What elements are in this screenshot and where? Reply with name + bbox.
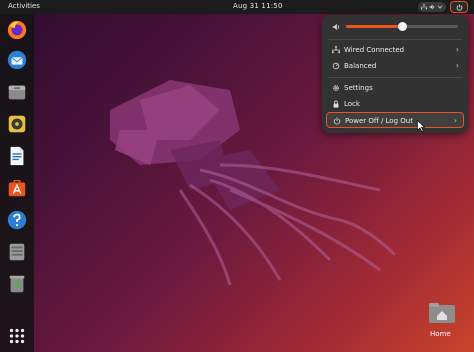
dock-rhythmbox[interactable]	[5, 112, 29, 136]
power-icon	[333, 116, 341, 124]
wired-connection-item[interactable]: Wired Connected ›	[322, 43, 468, 57]
mouse-pointer-icon	[417, 120, 425, 132]
power-off-logout-label: Power Off / Log Out	[345, 116, 413, 125]
help-icon	[7, 210, 27, 230]
dock-help[interactable]	[5, 208, 29, 232]
top-bar: Activities Aug 31 11:50	[0, 0, 474, 14]
volume-slider-fill	[346, 25, 402, 28]
home-folder-label: Home	[430, 330, 451, 338]
clock-button[interactable]: Aug 31 11:50	[233, 2, 283, 10]
power-off-logout-item[interactable]: Power Off / Log Out ›	[326, 112, 464, 128]
settings-item[interactable]: Settings	[322, 81, 468, 95]
wired-connection-label: Wired Connected	[344, 46, 405, 54]
software-icon	[8, 179, 26, 197]
volume-row	[322, 19, 468, 33]
firefox-icon	[7, 20, 27, 40]
chevron-right-icon: ›	[453, 115, 457, 125]
chevron-down-icon	[437, 5, 443, 9]
lock-icon	[333, 100, 339, 108]
disk-icon	[9, 243, 25, 261]
settings-label: Settings	[344, 84, 373, 92]
power-icon	[456, 3, 462, 11]
chevron-right-icon: ›	[455, 61, 459, 70]
divider	[328, 39, 462, 40]
dock-trash[interactable]	[5, 272, 29, 296]
chevron-right-icon: ›	[455, 45, 459, 54]
show-applications-button[interactable]	[5, 324, 29, 348]
apps-grid-icon	[9, 328, 25, 344]
dock-files[interactable]	[5, 80, 29, 104]
network-icon	[332, 46, 340, 54]
power-menu-button[interactable]	[450, 1, 468, 13]
thunderbird-icon	[7, 50, 27, 70]
dock-writer[interactable]	[5, 144, 29, 168]
gear-icon	[333, 85, 339, 91]
volume-slider[interactable]	[346, 22, 458, 31]
volume-icon	[429, 4, 435, 10]
dock-disk[interactable]	[5, 240, 29, 264]
dock-thunderbird[interactable]	[5, 48, 29, 72]
writer-icon	[10, 146, 24, 166]
system-tray[interactable]	[418, 2, 446, 12]
dock-firefox[interactable]	[5, 18, 29, 42]
dock	[0, 14, 34, 352]
activities-button[interactable]: Activities	[8, 2, 40, 10]
lock-label: Lock	[344, 100, 360, 108]
trash-icon	[9, 275, 25, 293]
lock-item[interactable]: Lock	[322, 97, 468, 111]
rhythmbox-icon	[8, 115, 26, 133]
home-folder-icon[interactable]	[428, 302, 456, 324]
volume-slider-knob[interactable]	[398, 22, 407, 31]
volume-icon	[332, 23, 339, 31]
quick-settings-menu: Wired Connected › Balanced › Settings Lo…	[322, 15, 468, 133]
power-mode-label: Balanced	[344, 62, 377, 70]
power-mode-icon	[332, 62, 340, 70]
network-icon	[421, 4, 427, 10]
files-icon	[8, 85, 26, 100]
power-mode-item[interactable]: Balanced ›	[322, 59, 468, 73]
divider	[328, 77, 462, 78]
dock-software[interactable]	[5, 176, 29, 200]
